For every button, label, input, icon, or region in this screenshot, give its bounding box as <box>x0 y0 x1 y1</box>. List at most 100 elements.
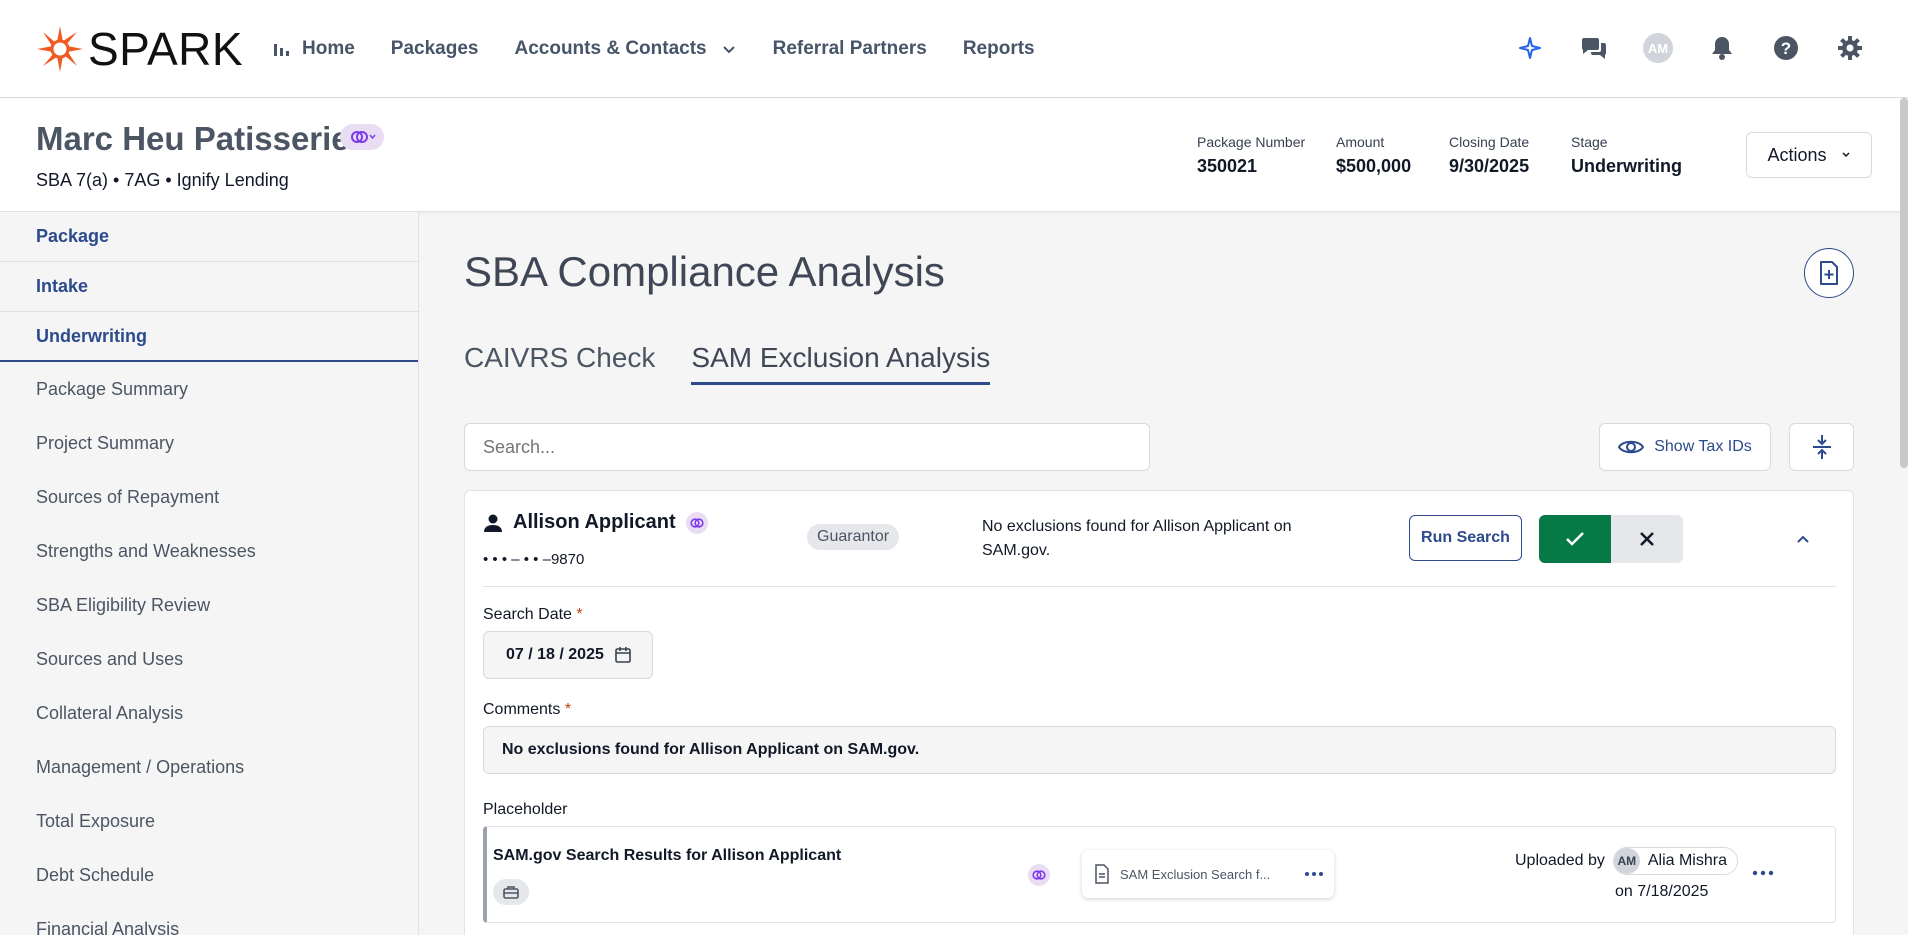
applicant-card: Allison Applicant • • • – • • –9870 Guar… <box>464 490 1854 935</box>
show-tax-ids-label: Show Tax IDs <box>1654 438 1752 455</box>
page-title: Marc Heu Patisserie <box>36 120 350 157</box>
closing-date: Closing Date 9/30/2025 <box>1449 134 1529 177</box>
tab-sam-exclusion[interactable]: SAM Exclusion Analysis <box>691 342 991 385</box>
package-stage: Stage Underwriting <box>1571 134 1682 177</box>
actions-button[interactable]: Actions <box>1746 132 1872 178</box>
svg-text:?: ? <box>1781 39 1791 58</box>
sidebar-item-financial-analysis[interactable]: Financial Analysis <box>0 902 418 935</box>
nav-referral-partners[interactable]: Referral Partners <box>773 38 927 60</box>
comments-label-text: Comments <box>483 701 561 718</box>
document-icon <box>1095 864 1109 884</box>
nav-reports[interactable]: Reports <box>963 38 1035 60</box>
document-link-button[interactable] <box>1028 864 1050 886</box>
collapse-card-button[interactable] <box>1789 525 1817 553</box>
link-icon <box>690 517 704 528</box>
meta-value: $500,000 <box>1336 156 1412 176</box>
reject-button[interactable] <box>1611 515 1683 563</box>
add-document-button[interactable] <box>1804 248 1854 298</box>
search-result-text: No exclusions found for Allison Applican… <box>982 518 1292 559</box>
spark-logo[interactable]: SPARK <box>36 23 244 75</box>
applicant-link-button[interactable] <box>685 511 708 534</box>
nav-accounts-contacts[interactable]: Accounts & Contacts <box>514 38 736 60</box>
package-amount: Amount $500,000 <box>1336 134 1411 177</box>
nav-utility-icons: AM ? <box>1512 30 1868 66</box>
analysis-tabs: CAIVRS Check SAM Exclusion Analysis <box>464 342 991 385</box>
meta-value: 350021 <box>1197 156 1258 176</box>
chevron-down-icon <box>722 46 735 54</box>
link-menu-button[interactable] <box>340 124 384 150</box>
sidebar-section-intake[interactable]: Intake <box>0 262 418 312</box>
attached-file-card[interactable]: SAM Exclusion Search f... <box>1082 850 1334 898</box>
gear-icon[interactable] <box>1832 30 1868 66</box>
main-content: SBA Compliance Analysis CAIVRS Check SAM… <box>420 212 1908 935</box>
meta-value: Underwriting <box>1571 156 1682 176</box>
meta-label: Closing Date <box>1449 134 1530 150</box>
required-mark: * <box>564 701 572 718</box>
nav-home-label: Home <box>302 38 355 59</box>
briefcase-icon <box>503 886 519 899</box>
package-header: Marc Heu Patisserie SBA 7(a) • 7AG • Ign… <box>0 98 1908 212</box>
file-plus-icon <box>1820 261 1838 285</box>
tab-caivrs-check[interactable]: CAIVRS Check <box>464 342 655 385</box>
chat-icon[interactable] <box>1576 30 1612 66</box>
sidebar-item-strengths-weaknesses[interactable]: Strengths and Weaknesses <box>0 524 418 578</box>
person-icon <box>484 514 502 532</box>
sidebar-item-total-exposure[interactable]: Total Exposure <box>0 794 418 848</box>
ai-sparkle-icon[interactable] <box>1512 30 1548 66</box>
chevron-down-icon <box>1841 152 1850 158</box>
brand-name: SPARK <box>88 23 244 75</box>
required-mark: * <box>576 606 583 623</box>
collapse-vertical-icon <box>1812 435 1831 459</box>
bell-icon[interactable] <box>1704 30 1740 66</box>
sidebar-item-project-summary[interactable]: Project Summary <box>0 416 418 470</box>
uploaded-date: on 7/18/2025 <box>1615 883 1709 900</box>
uploaded-by-label: Uploaded by <box>1515 852 1605 869</box>
meta-value: 9/30/2025 <box>1449 156 1530 176</box>
search-input[interactable] <box>464 423 1150 471</box>
more-options-icon[interactable] <box>1304 864 1324 884</box>
approve-button[interactable] <box>1539 515 1611 563</box>
sidebar-item-management-operations[interactable]: Management / Operations <box>0 740 418 794</box>
main-nav: Home Packages Accounts & Contacts Referr… <box>272 30 1071 68</box>
nav-accounts-contacts-label: Accounts & Contacts <box>514 38 707 59</box>
eye-icon <box>1618 440 1645 454</box>
help-icon[interactable]: ? <box>1768 30 1804 66</box>
sidebar-item-sources-uses[interactable]: Sources and Uses <box>0 632 418 686</box>
search-date-field[interactable]: 07 / 18 / 2025 <box>483 631 653 679</box>
role-badge: Guarantor <box>807 524 900 550</box>
actions-label: Actions <box>1767 144 1827 165</box>
comments-field[interactable]: No exclusions found for Allison Applican… <box>483 726 1836 774</box>
sidebar-section-underwriting[interactable]: Underwriting <box>0 312 418 362</box>
search-date-label: Search Date * <box>483 606 583 624</box>
sidebar-section-package[interactable]: Package <box>0 212 418 262</box>
page-scrollbar[interactable] <box>1900 98 1908 468</box>
run-search-button[interactable]: Run Search <box>1409 515 1522 561</box>
masked-tax-id: • • • – • • –9870 <box>483 551 585 568</box>
calendar-icon <box>615 647 631 663</box>
uploader-name: Alia Mishra <box>1647 852 1727 869</box>
sidebar-item-debt-schedule[interactable]: Debt Schedule <box>0 848 418 902</box>
spark-star-icon <box>37 26 83 72</box>
chevron-up-icon <box>1797 535 1809 543</box>
sidebar-item-package-summary[interactable]: Package Summary <box>0 362 418 416</box>
nav-packages[interactable]: Packages <box>391 38 479 60</box>
sidebar-item-collateral-analysis[interactable]: Collateral Analysis <box>0 686 418 740</box>
more-options-icon[interactable] <box>1752 863 1774 883</box>
package-number: Package Number 350021 <box>1197 134 1305 177</box>
check-icon <box>1566 532 1584 546</box>
nav-referral-partners-label: Referral Partners <box>772 38 927 59</box>
file-name: SAM Exclusion Search f... <box>1120 866 1271 882</box>
user-avatar[interactable]: AM <box>1640 30 1676 66</box>
uploaded-by: Uploaded by AM Alia Mishra <box>1515 847 1738 875</box>
show-tax-ids-button[interactable]: Show Tax IDs <box>1599 423 1771 471</box>
uploader-chip[interactable]: AM Alia Mishra <box>1612 847 1738 875</box>
sidebar-item-sources-of-repayment[interactable]: Sources of Repayment <box>0 470 418 524</box>
meta-label: Stage <box>1571 134 1608 150</box>
sidebar-item-sba-eligibility[interactable]: SBA Eligibility Review <box>0 578 418 632</box>
nav-home[interactable]: Home <box>272 38 355 60</box>
briefcase-chip <box>493 879 529 905</box>
bar-chart-icon <box>274 44 289 56</box>
user-initials: AM <box>1643 33 1673 63</box>
placeholder-label: Placeholder <box>483 801 568 818</box>
collapse-all-button[interactable] <box>1789 423 1854 471</box>
